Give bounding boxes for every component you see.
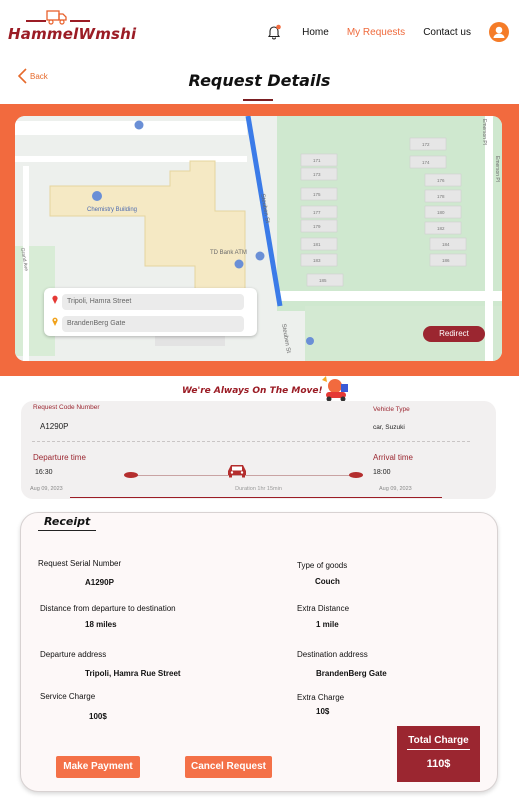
info-underline — [70, 497, 442, 498]
duration-text: Duration 1hr 15min — [235, 486, 282, 492]
departure-time-value: 16:30 — [35, 469, 53, 476]
total-charge-value: 110$ — [426, 758, 451, 770]
origin-field[interactable]: Tripoli, Hamra Street — [62, 294, 244, 310]
distance-value: 18 miles — [85, 620, 117, 629]
car-icon — [228, 465, 246, 478]
house-number: 182 — [437, 226, 445, 231]
main-nav: Home My Requests Contact us — [266, 20, 509, 44]
house-number: 175 — [313, 192, 321, 197]
user-avatar-icon[interactable] — [489, 22, 509, 42]
service-charge-value: 100$ — [89, 712, 107, 721]
departure-address-label: Departure address — [40, 650, 107, 659]
total-charge-label: Total Charge — [408, 735, 469, 746]
nav-contact-us[interactable]: Contact us — [423, 27, 471, 38]
brand-name: HammelWmshi — [8, 25, 137, 43]
route-end-dot — [349, 472, 363, 478]
departure-address-value: Tripoli, Hamra Rue Street — [85, 669, 181, 678]
goods-type-value: Couch — [315, 577, 340, 586]
serial-number-value: A1290P — [85, 578, 114, 587]
vehicle-type-label: Vehicle Type — [373, 406, 410, 413]
goods-type-label: Type of goods — [297, 561, 348, 570]
total-charge-divider — [407, 749, 470, 750]
slogan-text: We're Always On The Move! — [182, 386, 323, 396]
destination-field[interactable]: BrandenBerg Gate — [62, 316, 244, 332]
logo-line-left — [26, 20, 46, 22]
vehicle-type-value: car, Suzuki — [373, 424, 405, 431]
map-label-atm: TD Bank ATM — [210, 250, 247, 256]
house-number: 180 — [437, 210, 445, 215]
make-payment-button[interactable]: Make Payment — [56, 756, 140, 778]
house-number: 171 — [313, 158, 321, 163]
distance-label: Distance from departure to destination — [40, 604, 176, 613]
truck-icon — [46, 10, 67, 25]
departure-time-label: Departure time — [33, 453, 86, 462]
destination-address-value: BrandenBerg Gate — [316, 669, 387, 678]
brand-logo[interactable]: HammelWmshi — [8, 8, 136, 44]
destination-address-label: Destination address — [297, 650, 368, 659]
cancel-request-button[interactable]: Cancel Request — [185, 756, 272, 778]
receipt-title-underline — [38, 530, 96, 531]
extra-charge-label: Extra Charge — [297, 693, 345, 702]
receipt-title: Receipt — [44, 515, 91, 528]
house-number: 174 — [422, 160, 430, 165]
route-start-dot — [124, 472, 138, 478]
house-number: 173 — [313, 172, 321, 177]
house-number: 184 — [442, 242, 450, 247]
destination-pin-icon — [52, 317, 58, 326]
route-address-card: Tripoli, Hamra Street BrandenBerg Gate — [44, 288, 257, 336]
nav-my-requests[interactable]: My Requests — [347, 27, 405, 38]
house-number: 177 — [313, 210, 321, 215]
nav-home[interactable]: Home — [302, 27, 329, 38]
page-title: Request Details — [188, 71, 331, 90]
bell-icon[interactable] — [266, 24, 282, 40]
extra-distance-value: 1 mile — [316, 620, 339, 629]
redirect-button[interactable]: Redirect — [423, 326, 485, 342]
house-number: 172 — [422, 142, 430, 147]
extra-distance-label: Extra Distance — [297, 604, 350, 613]
house-number: 181 — [313, 242, 321, 247]
house-number: 186 — [442, 258, 450, 263]
arrival-time-value: 18:00 — [373, 469, 391, 476]
origin-pin-icon — [52, 295, 58, 304]
house-number: 176 — [437, 178, 445, 183]
map-label-emerson-2: Emerson Pl — [494, 156, 500, 182]
logo-line-right — [70, 20, 90, 22]
request-code-label: Request Code Number — [33, 404, 100, 411]
title-underline — [243, 99, 273, 101]
house-number: 185 — [319, 278, 327, 283]
map-label-chemistry: Chemistry Building — [87, 207, 137, 213]
info-divider — [32, 441, 470, 442]
top-header: HammelWmshi Home My Requests Contact us — [0, 0, 519, 64]
house-number: 183 — [313, 258, 321, 263]
request-code-value: A1290P — [40, 422, 69, 431]
house-number: 178 — [437, 194, 445, 199]
house-number: 179 — [313, 224, 321, 229]
map-label-emerson-1: Emerson Pl — [481, 119, 487, 145]
arrival-time-label: Arrival time — [373, 453, 414, 462]
serial-number-label: Request Serial Number — [38, 559, 122, 568]
delivery-mascot-icon — [322, 376, 348, 402]
total-charge-box: Total Charge 110$ — [397, 726, 480, 782]
extra-charge-value: 10$ — [316, 707, 330, 716]
request-info-card — [21, 401, 496, 499]
service-charge-label: Service Charge — [40, 692, 96, 701]
